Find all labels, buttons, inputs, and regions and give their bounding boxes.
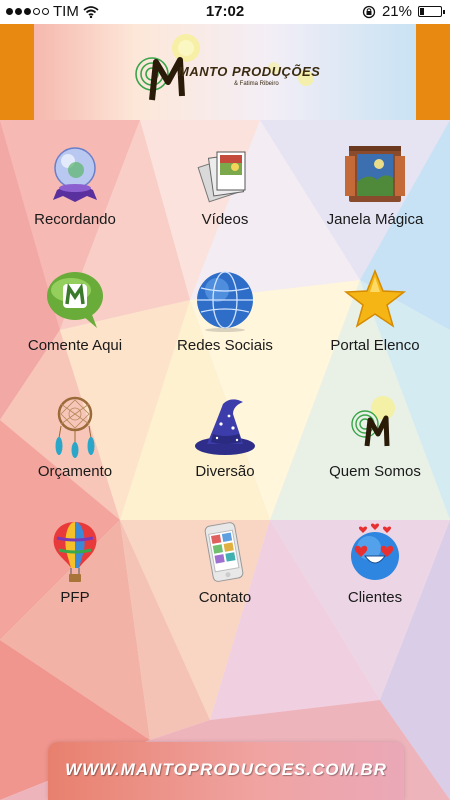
menu-item-diversao[interactable]: Diversão — [150, 372, 300, 498]
star-icon — [343, 268, 407, 328]
website-banner[interactable]: WWW.MANTOPRODUCOES.COM.BR — [48, 742, 404, 800]
wizard-hat-icon — [195, 399, 255, 455]
battery-percent: 21% — [381, 3, 412, 20]
hot-air-balloon-icon — [53, 522, 97, 582]
menu-item-clientes[interactable]: Clientes — [300, 498, 450, 624]
manto-logo-icon — [351, 396, 395, 447]
photo-stack-icon — [197, 151, 246, 203]
manto-logo: MANTO PRODUÇÕES & Fatima Ribeiro — [134, 34, 320, 110]
globe-icon — [197, 271, 253, 332]
menu-label: PFP — [60, 589, 90, 606]
menu-item-comente-aqui[interactable]: Comente Aqui — [0, 246, 150, 372]
crystal-ball-icon — [53, 147, 97, 202]
menu-item-janela-magica[interactable]: Janela Mágica — [300, 120, 450, 246]
battery-icon — [418, 6, 445, 17]
menu-label: Orçamento — [37, 463, 113, 480]
logo-subtitle: & Fatima Ribeiro — [234, 81, 279, 87]
menu-label: Redes Sociais — [177, 337, 273, 354]
status-right: 21% — [362, 3, 445, 20]
menu-grid: Recordando Vídeos Janela Mágica Comente … — [0, 120, 450, 640]
status-bar: TIM 17:02 21% — [0, 0, 450, 24]
menu-label: Janela Mágica — [326, 211, 424, 228]
menu-item-contato[interactable]: Contato — [150, 498, 300, 624]
menu-item-quem-somos[interactable]: Quem Somos — [300, 372, 450, 498]
menu-item-orcamento[interactable]: Orçamento — [0, 372, 150, 498]
menu-item-recordando[interactable]: Recordando — [0, 120, 150, 246]
logo-title: MANTO PRODUÇÕES — [178, 64, 321, 79]
header-accent-left — [0, 24, 34, 120]
menu-item-pfp[interactable]: PFP — [0, 498, 150, 624]
menu-label: Vídeos — [201, 211, 249, 228]
dreamcatcher-icon — [55, 396, 95, 458]
header-accent-right — [416, 24, 450, 120]
website-url: WWW.MANTOPRODUCOES.COM.BR — [65, 760, 387, 779]
speech-bubble-icon — [47, 272, 103, 328]
menu-label: Comente Aqui — [27, 337, 123, 354]
love-emoji-icon — [351, 523, 399, 580]
menu-label: Portal Elenco — [330, 337, 420, 354]
menu-item-portal-elenco[interactable]: Portal Elenco — [300, 246, 450, 372]
magic-window-icon — [345, 146, 405, 202]
smartphone-icon — [204, 522, 244, 582]
menu-label: Diversão — [195, 463, 255, 480]
orientation-lock-icon — [362, 5, 376, 18]
menu-label: Contato — [198, 589, 252, 606]
menu-item-videos[interactable]: Vídeos — [150, 120, 300, 246]
app-header: MANTO PRODUÇÕES & Fatima Ribeiro — [0, 24, 450, 120]
menu-label: Quem Somos — [329, 463, 421, 480]
menu-item-redes-sociais[interactable]: Redes Sociais — [150, 246, 300, 372]
menu-label: Clientes — [347, 589, 403, 606]
menu-label: Recordando — [34, 211, 116, 228]
